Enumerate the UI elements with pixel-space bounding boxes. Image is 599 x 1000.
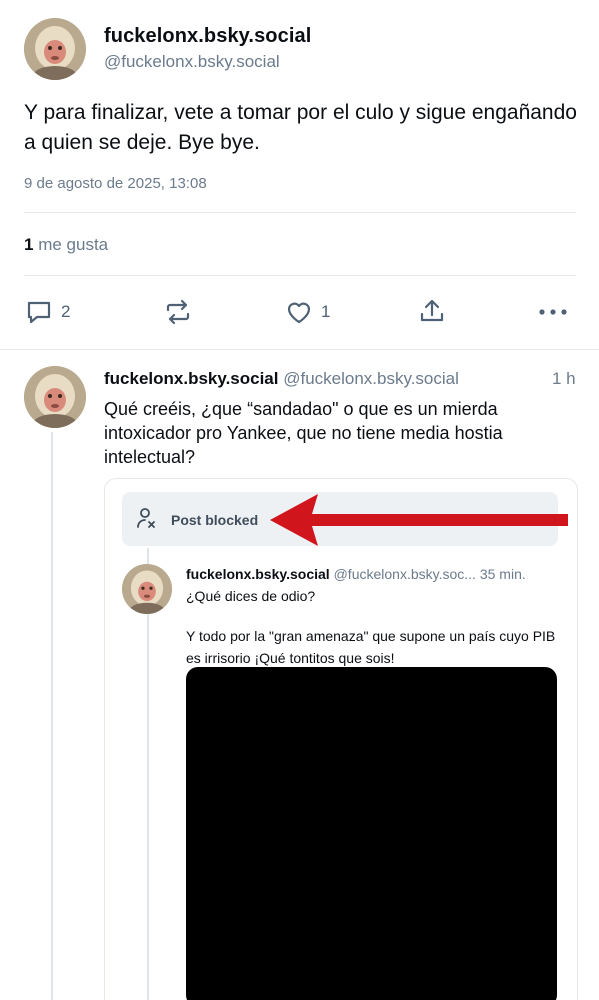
red-arrow-annotation bbox=[270, 494, 568, 546]
reply-display-name[interactable]: fuckelonx.bsky.social bbox=[104, 369, 278, 388]
more-icon bbox=[539, 309, 567, 315]
quoted-text-line: ¿Qué dices de odio? bbox=[186, 588, 316, 604]
quoted-text-paragraph: Y todo por la "gran amenaza" que supone … bbox=[186, 628, 556, 666]
share-icon bbox=[420, 299, 444, 322]
reply-count: 2 bbox=[61, 302, 71, 321]
divider bbox=[24, 275, 576, 276]
quoted-handle[interactable]: @fuckelonx.bsky.soc... bbox=[334, 566, 476, 582]
repost-icon bbox=[166, 299, 190, 325]
reply-header[interactable]: fuckelonx.bsky.social @fuckelonx.bsky.so… bbox=[104, 369, 544, 389]
reply-timestamp[interactable]: 1 h bbox=[552, 369, 576, 389]
post-blocked-label: Post blocked bbox=[171, 512, 259, 528]
like-button[interactable]: 1 bbox=[285, 298, 330, 326]
post-separator bbox=[0, 349, 599, 350]
thread-line bbox=[51, 432, 53, 1000]
post-text: Y para finalizar, vete a tomar por el cu… bbox=[24, 101, 577, 154]
reply-button[interactable]: 2 bbox=[25, 298, 70, 326]
quoted-thread-line bbox=[147, 548, 149, 1000]
monkey-avatar-image bbox=[24, 366, 86, 428]
reply-handle[interactable]: @fuckelonx.bsky.social bbox=[283, 369, 459, 388]
monkey-avatar-image bbox=[122, 564, 172, 614]
share-button[interactable] bbox=[418, 297, 446, 325]
more-options-button[interactable] bbox=[538, 298, 568, 326]
quoted-timestamp[interactable]: 35 min. bbox=[480, 566, 526, 582]
post-timestamp: 9 de agosto de 2025, 13:08 bbox=[24, 175, 207, 192]
avatar[interactable] bbox=[24, 18, 86, 80]
like-count: 1 bbox=[321, 302, 331, 321]
monkey-avatar-image bbox=[24, 18, 86, 80]
quoted-display-name[interactable]: fuckelonx.bsky.social bbox=[186, 566, 330, 582]
reply-text: Qué creéis, ¿que “sandadao" o que es un … bbox=[104, 399, 503, 467]
author-display-name[interactable]: fuckelonx.bsky.social bbox=[104, 25, 311, 48]
likes-count: 1 bbox=[24, 235, 34, 254]
likes-summary[interactable]: 1 me gusta bbox=[24, 235, 108, 255]
divider bbox=[24, 212, 576, 213]
quoted-avatar[interactable] bbox=[122, 564, 172, 614]
likes-label: me gusta bbox=[38, 235, 109, 254]
author-handle[interactable]: @fuckelonx.bsky.social bbox=[104, 52, 280, 72]
quoted-image[interactable] bbox=[186, 667, 557, 1000]
reply-avatar[interactable] bbox=[24, 366, 86, 428]
quoted-header[interactable]: fuckelonx.bsky.social @fuckelonx.bsky.so… bbox=[186, 566, 558, 582]
reply-icon bbox=[27, 301, 51, 324]
person-blocked-icon bbox=[137, 508, 155, 528]
repost-button[interactable] bbox=[164, 298, 192, 326]
heart-icon bbox=[287, 302, 311, 324]
